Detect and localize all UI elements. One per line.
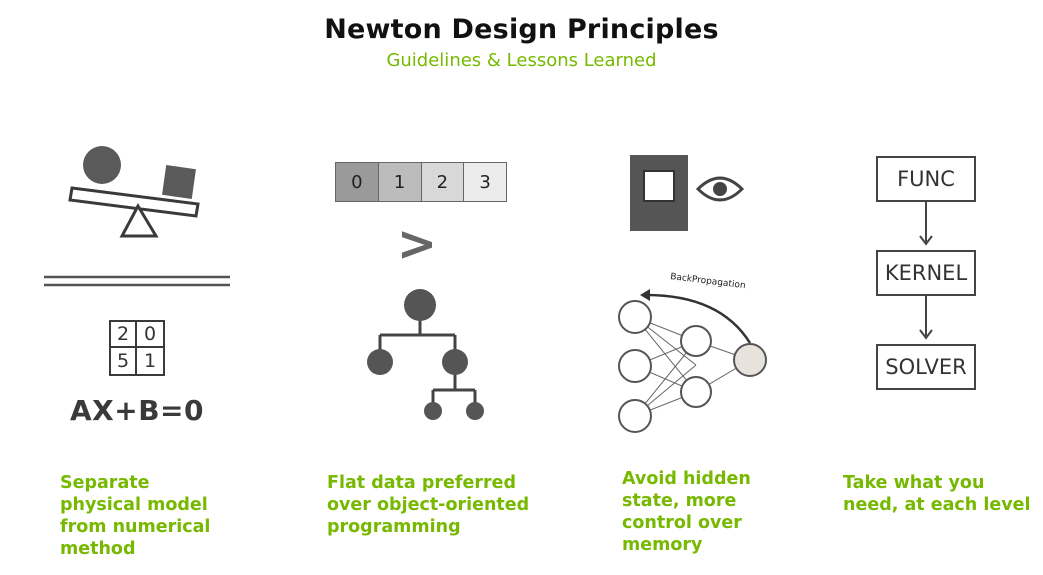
flow-step-kernel: KERNEL [876,250,976,296]
caption-panel-3: Avoid hidden state, more control over me… [622,468,751,556]
array-cell: 1 [378,163,422,201]
eye-icon [695,176,745,202]
panel-separate-model: 2 0 5 1 AX+B=0 [40,120,240,460]
array-cell: 0 [336,163,379,201]
caption-line: over object-oriented [327,495,530,515]
matrix-cell: 5 [111,348,137,374]
caption-line: programming [327,517,461,537]
caption-line: Flat data preferred [327,473,516,493]
matrix-cell: 0 [137,322,163,348]
caption-line: Separate [60,473,150,493]
caption-line: control over [622,513,742,533]
caption-line: need, at each level [843,495,1031,515]
panel-take-what-you-need: FUNC KERNEL SOLVER [860,150,1010,450]
caption-line: from numerical [60,517,211,537]
backpropagation-label: BackPropagation [670,272,746,291]
matrix-cell: 1 [143,350,157,372]
caption-panel-2: Flat data preferred over object-oriented… [327,472,529,538]
flow-step-solver: SOLVER [876,344,976,390]
caption-line: physical model [60,495,208,515]
page-subtitle: Guidelines & Lessons Learned [386,50,657,71]
caption-line: method [60,539,136,559]
panel-flat-data: 0 1 2 3 > [320,150,520,450]
neural-network-icon: BackPropagation [618,272,767,433]
caption-panel-1: Separate physical model from numerical m… [60,472,210,560]
caption-line: Avoid hidden [622,469,751,489]
greater-than-icon: > [396,216,438,272]
matrix-icon: 2 0 5 1 [109,320,165,376]
tree-icon [367,289,484,420]
arrow-down-icon [919,296,933,340]
caption-panel-4: Take what you need, at each level [843,472,1030,516]
memory-box-icon [630,155,688,231]
arrow-down-icon [919,202,933,246]
equation-label: AX+B=0 [69,394,204,427]
array-icon: 0 1 2 3 [335,162,507,202]
page-title: Newton Design Principles [324,14,719,45]
flow-step-func: FUNC [876,156,976,202]
panel-hidden-state: BackPropagation [600,145,800,455]
array-cell: 3 [464,163,506,201]
array-cell: 2 [421,163,465,201]
caption-line: state, more [622,491,737,511]
caption-line: Take what you [843,473,985,493]
caption-line: memory [622,535,703,555]
matrix-cell: 2 [111,322,137,348]
